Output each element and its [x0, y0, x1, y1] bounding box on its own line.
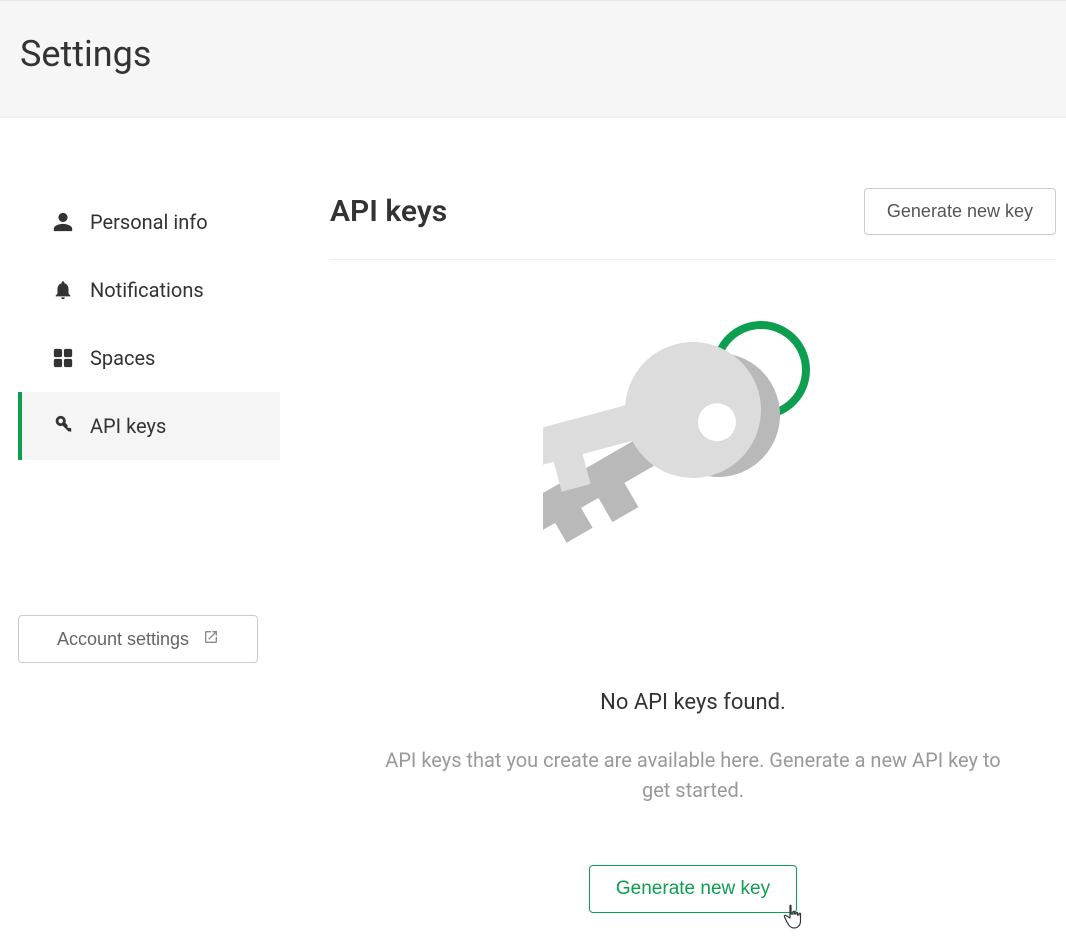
- account-settings-label: Account settings: [57, 629, 189, 650]
- sidebar-item-label: Notifications: [90, 278, 204, 302]
- main-title: API keys: [330, 194, 447, 229]
- sidebar-item-label: API keys: [90, 414, 166, 438]
- sidebar: Personal info Notifications Spaces API k…: [0, 188, 280, 663]
- empty-state: No API keys found. API keys that you cre…: [330, 260, 1056, 913]
- page-header: Settings: [0, 0, 1066, 118]
- sidebar-item-api-keys[interactable]: API keys: [18, 392, 280, 460]
- external-link-icon: [203, 629, 219, 650]
- generate-key-button-top[interactable]: Generate new key: [864, 188, 1056, 235]
- sidebar-item-personal-info[interactable]: Personal info: [18, 188, 280, 256]
- main-content: API keys Generate new key: [280, 188, 1066, 913]
- person-icon: [52, 211, 74, 233]
- sidebar-nav: Personal info Notifications Spaces API k…: [18, 188, 280, 460]
- account-settings-button[interactable]: Account settings: [18, 615, 258, 663]
- content-wrapper: Personal info Notifications Spaces API k…: [0, 118, 1066, 913]
- empty-state-description: API keys that you create are available h…: [370, 745, 1016, 805]
- page-title: Settings: [20, 33, 1046, 75]
- empty-state-title: No API keys found.: [330, 690, 1056, 715]
- generate-key-button-main[interactable]: Generate new key: [589, 865, 797, 913]
- generate-key-button-main-label: Generate new key: [616, 878, 770, 899]
- keys-illustration-icon: [543, 320, 843, 660]
- sidebar-item-spaces[interactable]: Spaces: [18, 324, 280, 392]
- main-header: API keys Generate new key: [330, 188, 1056, 260]
- sidebar-item-notifications[interactable]: Notifications: [18, 256, 280, 324]
- key-icon: [52, 415, 74, 437]
- sidebar-item-label: Spaces: [90, 346, 155, 370]
- grid-icon: [52, 347, 74, 369]
- bell-icon: [52, 279, 74, 301]
- sidebar-item-label: Personal info: [90, 210, 208, 234]
- cursor-pointer-icon: [782, 904, 804, 930]
